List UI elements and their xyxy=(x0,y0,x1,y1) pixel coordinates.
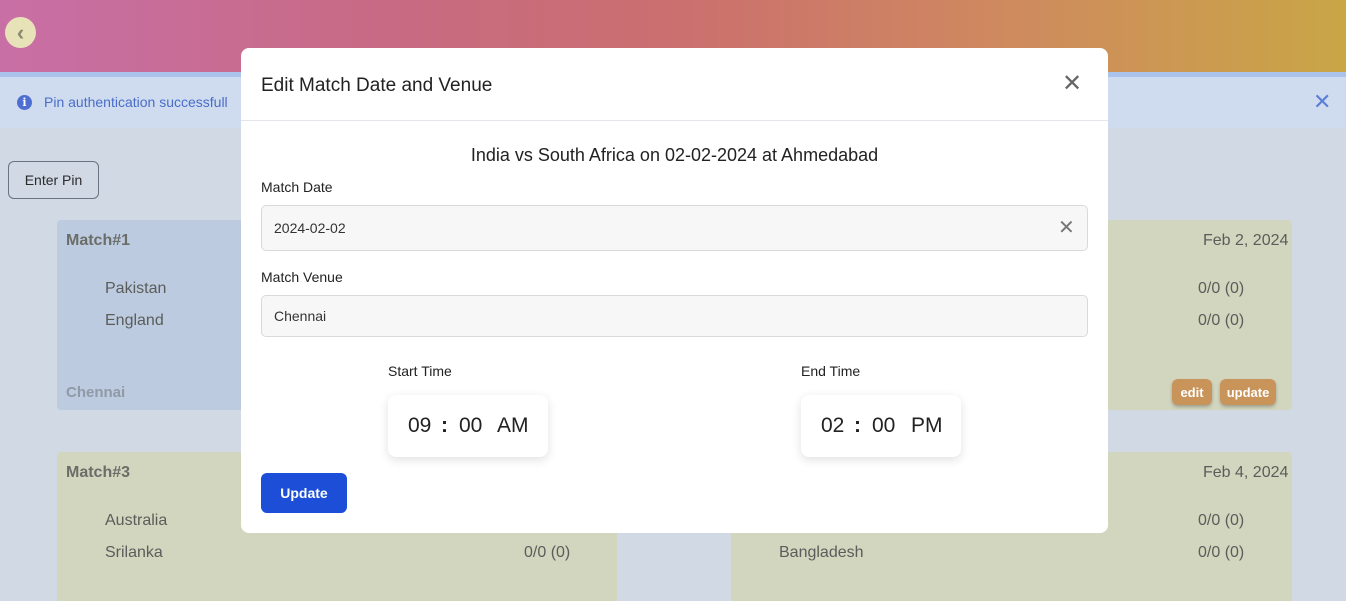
match-heading: India vs South Africa on 02-02-2024 at A… xyxy=(470,145,879,165)
match-date-field[interactable]: 2024-02-02 xyxy=(261,205,1088,251)
start-period[interactable]: AM xyxy=(497,414,529,438)
close-icon[interactable]: ✕ xyxy=(1062,72,1082,96)
time-separator: : xyxy=(854,414,861,437)
modal-title: Edit Match Date and Venue xyxy=(261,75,493,96)
enter-pin-button[interactable]: Enter Pin xyxy=(8,161,99,199)
team-score: 0/0 (0) xyxy=(1198,312,1245,329)
match-date-label: Match Date xyxy=(261,179,333,195)
team-name: England xyxy=(105,312,164,329)
end-time-picker[interactable]: 02 : 00 PM xyxy=(801,395,961,457)
team-score: 0/0 (0) xyxy=(1198,544,1245,561)
team-score: 0/0 (0) xyxy=(524,544,571,561)
end-minute[interactable]: 00 xyxy=(872,414,895,438)
alert-close-icon[interactable]: ✕ xyxy=(1313,91,1331,113)
start-minute[interactable]: 00 xyxy=(459,414,482,438)
team-name: Pakistan xyxy=(105,280,167,297)
start-time-label: Start Time xyxy=(388,363,452,379)
match-venue-label: Match Venue xyxy=(261,269,343,285)
match-date: Feb 2, 2024 xyxy=(1203,232,1289,249)
match-date-value: 2024-02-02 xyxy=(274,220,346,236)
back-button[interactable]: ‹ xyxy=(5,17,36,48)
team-name: Srilanka xyxy=(105,544,163,561)
update-button[interactable]: Update xyxy=(261,473,347,513)
team-name: Australia xyxy=(105,512,168,529)
modal-divider xyxy=(241,120,1108,121)
time-separator: : xyxy=(441,414,448,437)
match-date: Feb 4, 2024 xyxy=(1203,464,1289,481)
edit-button[interactable]: edit xyxy=(1172,379,1212,405)
match-venue: Chennai xyxy=(66,384,126,401)
alert-message: Pin authentication successfull xyxy=(44,94,228,110)
team-score: 0/0 (0) xyxy=(1198,512,1245,529)
end-hour[interactable]: 02 xyxy=(821,414,844,438)
chevron-left-icon: ‹ xyxy=(16,19,25,45)
start-time-picker[interactable]: 09 : 00 AM xyxy=(388,395,548,457)
team-name: Bangladesh xyxy=(779,544,864,561)
team-score: 0/0 (0) xyxy=(1198,280,1245,297)
info-icon: i xyxy=(17,95,32,110)
clear-icon[interactable]: ✕ xyxy=(1058,218,1075,238)
match-title: Match#1 xyxy=(66,232,131,249)
match-title: Match#3 xyxy=(66,464,131,481)
edit-match-modal: Edit Match Date and Venue ✕ India vs Sou… xyxy=(241,48,1108,533)
match-venue-field[interactable]: Chennai xyxy=(261,295,1088,337)
end-period[interactable]: PM xyxy=(911,414,943,438)
end-time-label: End Time xyxy=(801,363,861,379)
match-venue-value: Chennai xyxy=(274,308,327,324)
update-match-button[interactable]: update xyxy=(1220,379,1276,405)
start-hour[interactable]: 09 xyxy=(408,414,431,438)
